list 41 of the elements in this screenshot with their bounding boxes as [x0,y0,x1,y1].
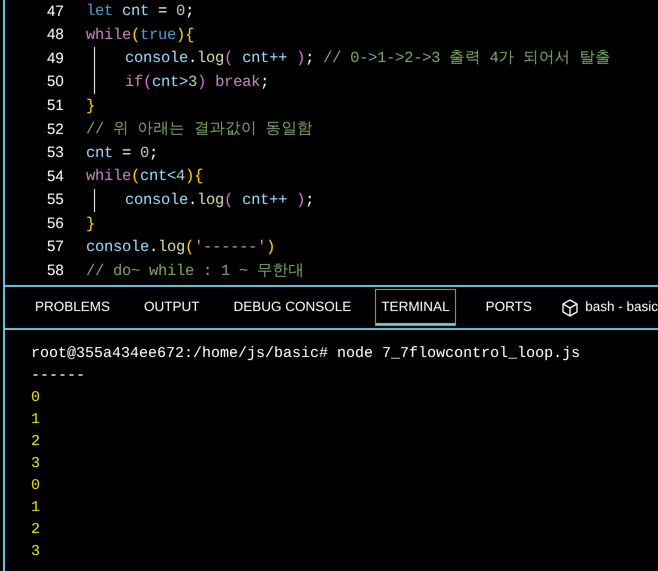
line-number: 48 [47,25,65,46]
code-line: console.log( cnt++ ); // 0->1->2->3 출력 4가 되어서 탈출 [125,48,611,70]
code-line: console.log( cnt++ ); [125,190,314,211]
line-number: 57 [47,237,65,258]
cube-icon [561,298,580,316]
terminal-line: 1 [31,498,42,518]
line-number: 50 [47,72,65,92]
code-line: // do~ while : 1 ~ 무한대 [86,260,304,282]
line-number: 58 [47,261,65,282]
line-number: 53 [47,143,65,164]
terminal-line: 3 [31,542,42,562]
terminal-line: 0 [31,476,42,496]
terminal-line: 2 [31,520,42,540]
code-line: // 위 아래는 결과값이 동일함 [86,119,313,140]
code-line: cnt = 0; [86,142,158,164]
code-line: if(cnt>3) break; [125,72,270,93]
line-number: 47 [47,2,65,22]
terminal-line: 2 [31,432,42,452]
code-line: console.log('------') [86,237,276,258]
code-line: let cnt = 0; [86,1,194,22]
line-number: 51 [47,96,65,116]
line-number: 56 [47,214,65,234]
panel-tab[interactable]: TERMINAL [375,289,456,326]
terminal-line: 1 [31,410,42,430]
panel-tab[interactable]: OUTPUT [138,289,206,326]
panel-tab[interactable]: DEBUG CONSOLE [228,289,358,326]
line-number: 54 [47,166,65,187]
terminal-line: 0 [31,388,42,408]
code-line: } [86,214,96,235]
line-number: 52 [47,120,65,140]
terminal-line: ------ [31,366,86,386]
terminal-selector[interactable]: bash - basic [561,297,658,318]
panel-tab[interactable]: PROBLEMS [29,289,116,326]
panel-tab[interactable]: PORTS [480,289,538,326]
terminal-line: root@355a434ee672:/home/js/basic# node 7_7flowcontrol_loop.js [31,344,582,364]
code-line: while(cnt<4){ [86,166,204,188]
line-number: 55 [47,190,65,210]
line-number: 49 [47,48,65,69]
terminal-line: 3 [31,454,42,474]
code-line: } [86,96,96,117]
code-line: while(true){ [86,24,194,46]
